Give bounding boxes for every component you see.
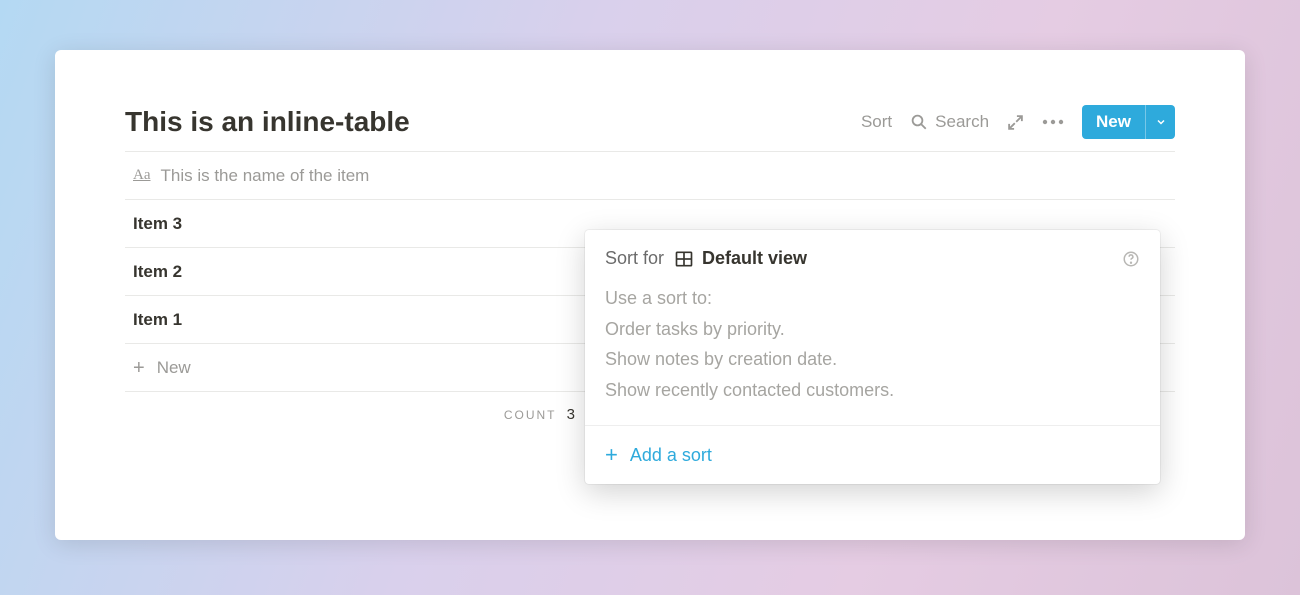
add-row-label: New: [157, 358, 191, 378]
plus-icon: +: [605, 444, 618, 466]
sort-button[interactable]: Sort: [861, 112, 892, 132]
table-view-icon: [674, 249, 694, 269]
new-button: New: [1082, 105, 1175, 139]
search-icon: [910, 113, 928, 131]
column-header-label: This is the name of the item: [161, 166, 370, 186]
search-label: Search: [935, 112, 989, 132]
more-icon[interactable]: [1042, 119, 1064, 125]
hint-title: Use a sort to:: [605, 283, 1140, 314]
expand-icon[interactable]: [1007, 114, 1024, 131]
sort-for-label: Sort for: [605, 248, 664, 269]
chevron-down-icon: [1155, 116, 1167, 128]
hint-line: Order tasks by priority.: [605, 314, 1140, 345]
popover-body: Use a sort to: Order tasks by priority. …: [585, 283, 1160, 426]
new-button-main[interactable]: New: [1082, 105, 1145, 139]
add-sort-label: Add a sort: [630, 445, 712, 466]
toolbar: Sort Search New: [861, 105, 1175, 139]
column-header[interactable]: Aa This is the name of the item: [125, 152, 1175, 200]
page-card: This is an inline-table Sort Search New: [55, 50, 1245, 540]
view-name[interactable]: Default view: [702, 248, 807, 269]
text-property-icon: Aa: [133, 167, 151, 184]
hint-line: Show notes by creation date.: [605, 344, 1140, 375]
search-button[interactable]: Search: [910, 112, 989, 132]
count-value: 3: [567, 406, 575, 423]
hint-line: Show recently contacted customers.: [605, 375, 1140, 406]
plus-icon: +: [133, 358, 145, 378]
sort-popover: Sort for Default view Use a sort to: Ord…: [585, 230, 1160, 484]
title-bar: This is an inline-table Sort Search New: [125, 105, 1175, 139]
table-title[interactable]: This is an inline-table: [125, 106, 410, 138]
help-icon[interactable]: [1122, 250, 1140, 268]
add-sort-button[interactable]: + Add a sort: [585, 426, 1160, 484]
count-label: COUNT: [504, 408, 557, 422]
popover-header: Sort for Default view: [585, 230, 1160, 283]
new-button-dropdown[interactable]: [1145, 105, 1175, 139]
